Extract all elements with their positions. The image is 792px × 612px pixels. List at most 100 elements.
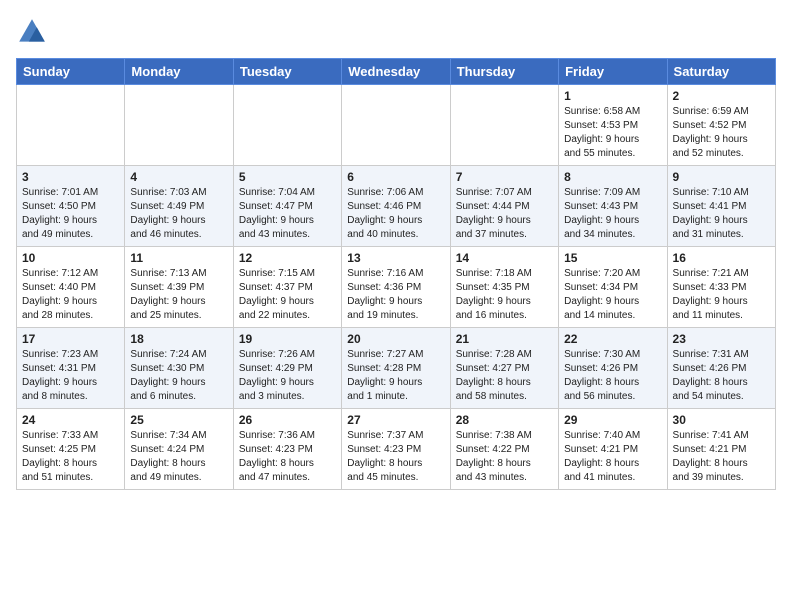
- day-info: Sunrise: 7:18 AM Sunset: 4:35 PM Dayligh…: [456, 267, 553, 323]
- day-number: 14: [456, 251, 553, 265]
- day-info: Sunrise: 7:10 AM Sunset: 4:41 PM Dayligh…: [673, 186, 770, 242]
- day-info: Sunrise: 7:06 AM Sunset: 4:46 PM Dayligh…: [347, 186, 444, 242]
- day-number: 23: [673, 332, 770, 346]
- col-header-thursday: Thursday: [450, 59, 558, 85]
- day-number: 5: [239, 170, 336, 184]
- day-info: Sunrise: 7:21 AM Sunset: 4:33 PM Dayligh…: [673, 267, 770, 323]
- day-cell: [17, 85, 125, 166]
- day-number: 3: [22, 170, 119, 184]
- day-number: 18: [130, 332, 227, 346]
- day-info: Sunrise: 7:41 AM Sunset: 4:21 PM Dayligh…: [673, 429, 770, 485]
- day-cell: 19 Sunrise: 7:26 AM Sunset: 4:29 PM Dayli…: [233, 328, 341, 409]
- day-info: Sunrise: 7:31 AM Sunset: 4:26 PM Dayligh…: [673, 348, 770, 404]
- day-info: Sunrise: 7:13 AM Sunset: 4:39 PM Dayligh…: [130, 267, 227, 323]
- day-info: Sunrise: 7:12 AM Sunset: 4:40 PM Dayligh…: [22, 267, 119, 323]
- day-cell: 27 Sunrise: 7:37 AM Sunset: 4:23 PM Dayli…: [342, 409, 450, 490]
- day-info: Sunrise: 7:07 AM Sunset: 4:44 PM Dayligh…: [456, 186, 553, 242]
- day-cell: [233, 85, 341, 166]
- day-info: Sunrise: 7:36 AM Sunset: 4:23 PM Dayligh…: [239, 429, 336, 485]
- day-number: 26: [239, 413, 336, 427]
- day-cell: [450, 85, 558, 166]
- day-info: Sunrise: 7:16 AM Sunset: 4:36 PM Dayligh…: [347, 267, 444, 323]
- day-info: Sunrise: 7:30 AM Sunset: 4:26 PM Dayligh…: [564, 348, 661, 404]
- day-number: 19: [239, 332, 336, 346]
- day-cell: 13 Sunrise: 7:16 AM Sunset: 4:36 PM Dayli…: [342, 247, 450, 328]
- col-header-wednesday: Wednesday: [342, 59, 450, 85]
- day-cell: 15 Sunrise: 7:20 AM Sunset: 4:34 PM Dayli…: [559, 247, 667, 328]
- page: SundayMondayTuesdayWednesdayThursdayFrid…: [0, 0, 792, 498]
- day-cell: 4 Sunrise: 7:03 AM Sunset: 4:49 PM Daylig…: [125, 166, 233, 247]
- day-cell: 9 Sunrise: 7:10 AM Sunset: 4:41 PM Daylig…: [667, 166, 775, 247]
- day-info: Sunrise: 7:38 AM Sunset: 4:22 PM Dayligh…: [456, 429, 553, 485]
- day-cell: 23 Sunrise: 7:31 AM Sunset: 4:26 PM Dayli…: [667, 328, 775, 409]
- day-number: 27: [347, 413, 444, 427]
- day-info: Sunrise: 7:27 AM Sunset: 4:28 PM Dayligh…: [347, 348, 444, 404]
- week-row-2: 3 Sunrise: 7:01 AM Sunset: 4:50 PM Daylig…: [17, 166, 776, 247]
- day-cell: 26 Sunrise: 7:36 AM Sunset: 4:23 PM Dayli…: [233, 409, 341, 490]
- day-cell: 18 Sunrise: 7:24 AM Sunset: 4:30 PM Dayli…: [125, 328, 233, 409]
- week-row-4: 17Sunrise: 7:23 AM Sunset: 4:31 PM Dayli…: [17, 328, 776, 409]
- col-header-monday: Monday: [125, 59, 233, 85]
- day-number: 30: [673, 413, 770, 427]
- day-number: 13: [347, 251, 444, 265]
- day-number: 24: [22, 413, 119, 427]
- day-number: 9: [673, 170, 770, 184]
- calendar-table: SundayMondayTuesdayWednesdayThursdayFrid…: [16, 58, 776, 490]
- day-info: Sunrise: 7:26 AM Sunset: 4:29 PM Dayligh…: [239, 348, 336, 404]
- col-header-saturday: Saturday: [667, 59, 775, 85]
- day-cell: 2Sunrise: 6:59 AM Sunset: 4:52 PM Daylig…: [667, 85, 775, 166]
- day-cell: 16Sunrise: 7:21 AM Sunset: 4:33 PM Dayli…: [667, 247, 775, 328]
- day-number: 10: [22, 251, 119, 265]
- day-number: 4: [130, 170, 227, 184]
- day-info: Sunrise: 7:28 AM Sunset: 4:27 PM Dayligh…: [456, 348, 553, 404]
- day-number: 20: [347, 332, 444, 346]
- day-cell: 28Sunrise: 7:38 AM Sunset: 4:22 PM Dayli…: [450, 409, 558, 490]
- day-info: Sunrise: 7:03 AM Sunset: 4:49 PM Dayligh…: [130, 186, 227, 242]
- day-number: 1: [564, 89, 661, 103]
- week-row-3: 10 Sunrise: 7:12 AM Sunset: 4:40 PM Dayli…: [17, 247, 776, 328]
- day-cell: 8Sunrise: 7:09 AM Sunset: 4:43 PM Daylig…: [559, 166, 667, 247]
- day-info: Sunrise: 7:34 AM Sunset: 4:24 PM Dayligh…: [130, 429, 227, 485]
- day-info: Sunrise: 7:40 AM Sunset: 4:21 PM Dayligh…: [564, 429, 661, 485]
- day-cell: 20 Sunrise: 7:27 AM Sunset: 4:28 PM Dayli…: [342, 328, 450, 409]
- header-row: SundayMondayTuesdayWednesdayThursdayFrid…: [17, 59, 776, 85]
- week-row-1: 1 Sunrise: 6:58 AM Sunset: 4:53 PM Daylig…: [17, 85, 776, 166]
- day-number: 15: [564, 251, 661, 265]
- week-row-5: 24 Sunrise: 7:33 AM Sunset: 4:25 PM Dayli…: [17, 409, 776, 490]
- day-cell: 24 Sunrise: 7:33 AM Sunset: 4:25 PM Dayli…: [17, 409, 125, 490]
- day-info: Sunrise: 7:09 AM Sunset: 4:43 PM Dayligh…: [564, 186, 661, 242]
- day-cell: 5 Sunrise: 7:04 AM Sunset: 4:47 PM Daylig…: [233, 166, 341, 247]
- day-info: Sunrise: 7:37 AM Sunset: 4:23 PM Dayligh…: [347, 429, 444, 485]
- day-info: Sunrise: 7:04 AM Sunset: 4:47 PM Dayligh…: [239, 186, 336, 242]
- day-number: 2: [673, 89, 770, 103]
- day-cell: 11 Sunrise: 7:13 AM Sunset: 4:39 PM Dayli…: [125, 247, 233, 328]
- col-header-sunday: Sunday: [17, 59, 125, 85]
- day-info: Sunrise: 7:20 AM Sunset: 4:34 PM Dayligh…: [564, 267, 661, 323]
- day-number: 6: [347, 170, 444, 184]
- day-info: Sunrise: 7:33 AM Sunset: 4:25 PM Dayligh…: [22, 429, 119, 485]
- day-number: 29: [564, 413, 661, 427]
- day-number: 7: [456, 170, 553, 184]
- day-number: 12: [239, 251, 336, 265]
- day-number: 21: [456, 332, 553, 346]
- logo: [16, 16, 52, 48]
- header: [16, 16, 776, 48]
- day-cell: 14 Sunrise: 7:18 AM Sunset: 4:35 PM Dayli…: [450, 247, 558, 328]
- day-cell: 7 Sunrise: 7:07 AM Sunset: 4:44 PM Daylig…: [450, 166, 558, 247]
- day-info: Sunrise: 6:58 AM Sunset: 4:53 PM Dayligh…: [564, 105, 661, 161]
- day-number: 11: [130, 251, 227, 265]
- day-cell: [342, 85, 450, 166]
- logo-icon: [16, 16, 48, 48]
- day-cell: 22 Sunrise: 7:30 AM Sunset: 4:26 PM Dayli…: [559, 328, 667, 409]
- day-cell: 29 Sunrise: 7:40 AM Sunset: 4:21 PM Dayli…: [559, 409, 667, 490]
- col-header-friday: Friday: [559, 59, 667, 85]
- day-cell: 17Sunrise: 7:23 AM Sunset: 4:31 PM Dayli…: [17, 328, 125, 409]
- day-cell: 30 Sunrise: 7:41 AM Sunset: 4:21 PM Dayli…: [667, 409, 775, 490]
- day-info: Sunrise: 7:24 AM Sunset: 4:30 PM Dayligh…: [130, 348, 227, 404]
- day-number: 22: [564, 332, 661, 346]
- day-info: Sunrise: 7:23 AM Sunset: 4:31 PM Dayligh…: [22, 348, 119, 404]
- day-cell: [125, 85, 233, 166]
- day-info: Sunrise: 7:01 AM Sunset: 4:50 PM Dayligh…: [22, 186, 119, 242]
- day-cell: 10 Sunrise: 7:12 AM Sunset: 4:40 PM Dayli…: [17, 247, 125, 328]
- day-cell: 6 Sunrise: 7:06 AM Sunset: 4:46 PM Daylig…: [342, 166, 450, 247]
